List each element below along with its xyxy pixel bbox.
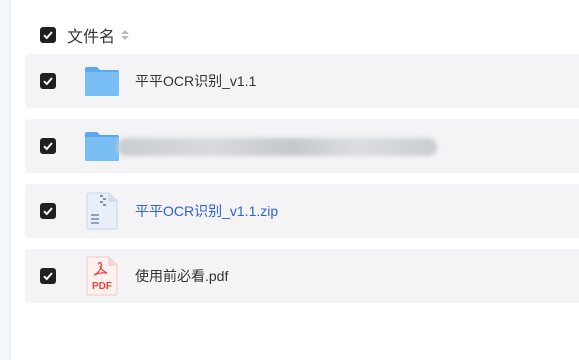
pdf-file-icon: PDF: [83, 256, 121, 296]
row-checkbox[interactable]: [40, 73, 56, 89]
file-list: 平平OCR识别_v1.1 平平OCR识别_v1.1.zip PDF 使用前必看.…: [25, 54, 579, 314]
svg-text:PDF: PDF: [92, 281, 112, 292]
file-name[interactable]: 使用前必看.pdf: [135, 266, 228, 286]
zip-file-icon: [83, 191, 121, 231]
check-icon: [43, 31, 53, 40]
redacted-filename: [117, 138, 437, 156]
file-row[interactable]: PDF 使用前必看.pdf: [25, 249, 579, 303]
row-checkbox[interactable]: [40, 268, 56, 284]
left-panel-edge: [0, 0, 11, 360]
row-checkbox[interactable]: [40, 138, 56, 154]
file-name[interactable]: 平平OCR识别_v1.1: [135, 71, 256, 91]
filename-column-label: 文件名: [67, 29, 116, 46]
row-checkbox[interactable]: [40, 203, 56, 219]
file-row[interactable]: [25, 119, 579, 173]
file-row[interactable]: 平平OCR识别_v1.1: [25, 54, 579, 108]
file-list-header: 文件名: [40, 24, 130, 46]
sort-icon[interactable]: [121, 30, 130, 40]
check-icon: [43, 77, 53, 86]
select-all-checkbox[interactable]: [40, 27, 56, 43]
check-icon: [43, 272, 53, 281]
file-row[interactable]: 平平OCR识别_v1.1.zip: [25, 184, 579, 238]
folder-icon: [83, 61, 121, 101]
folder-icon: [83, 126, 121, 166]
check-icon: [43, 142, 53, 151]
check-icon: [43, 207, 53, 216]
file-name-link[interactable]: 平平OCR识别_v1.1.zip: [135, 201, 278, 221]
